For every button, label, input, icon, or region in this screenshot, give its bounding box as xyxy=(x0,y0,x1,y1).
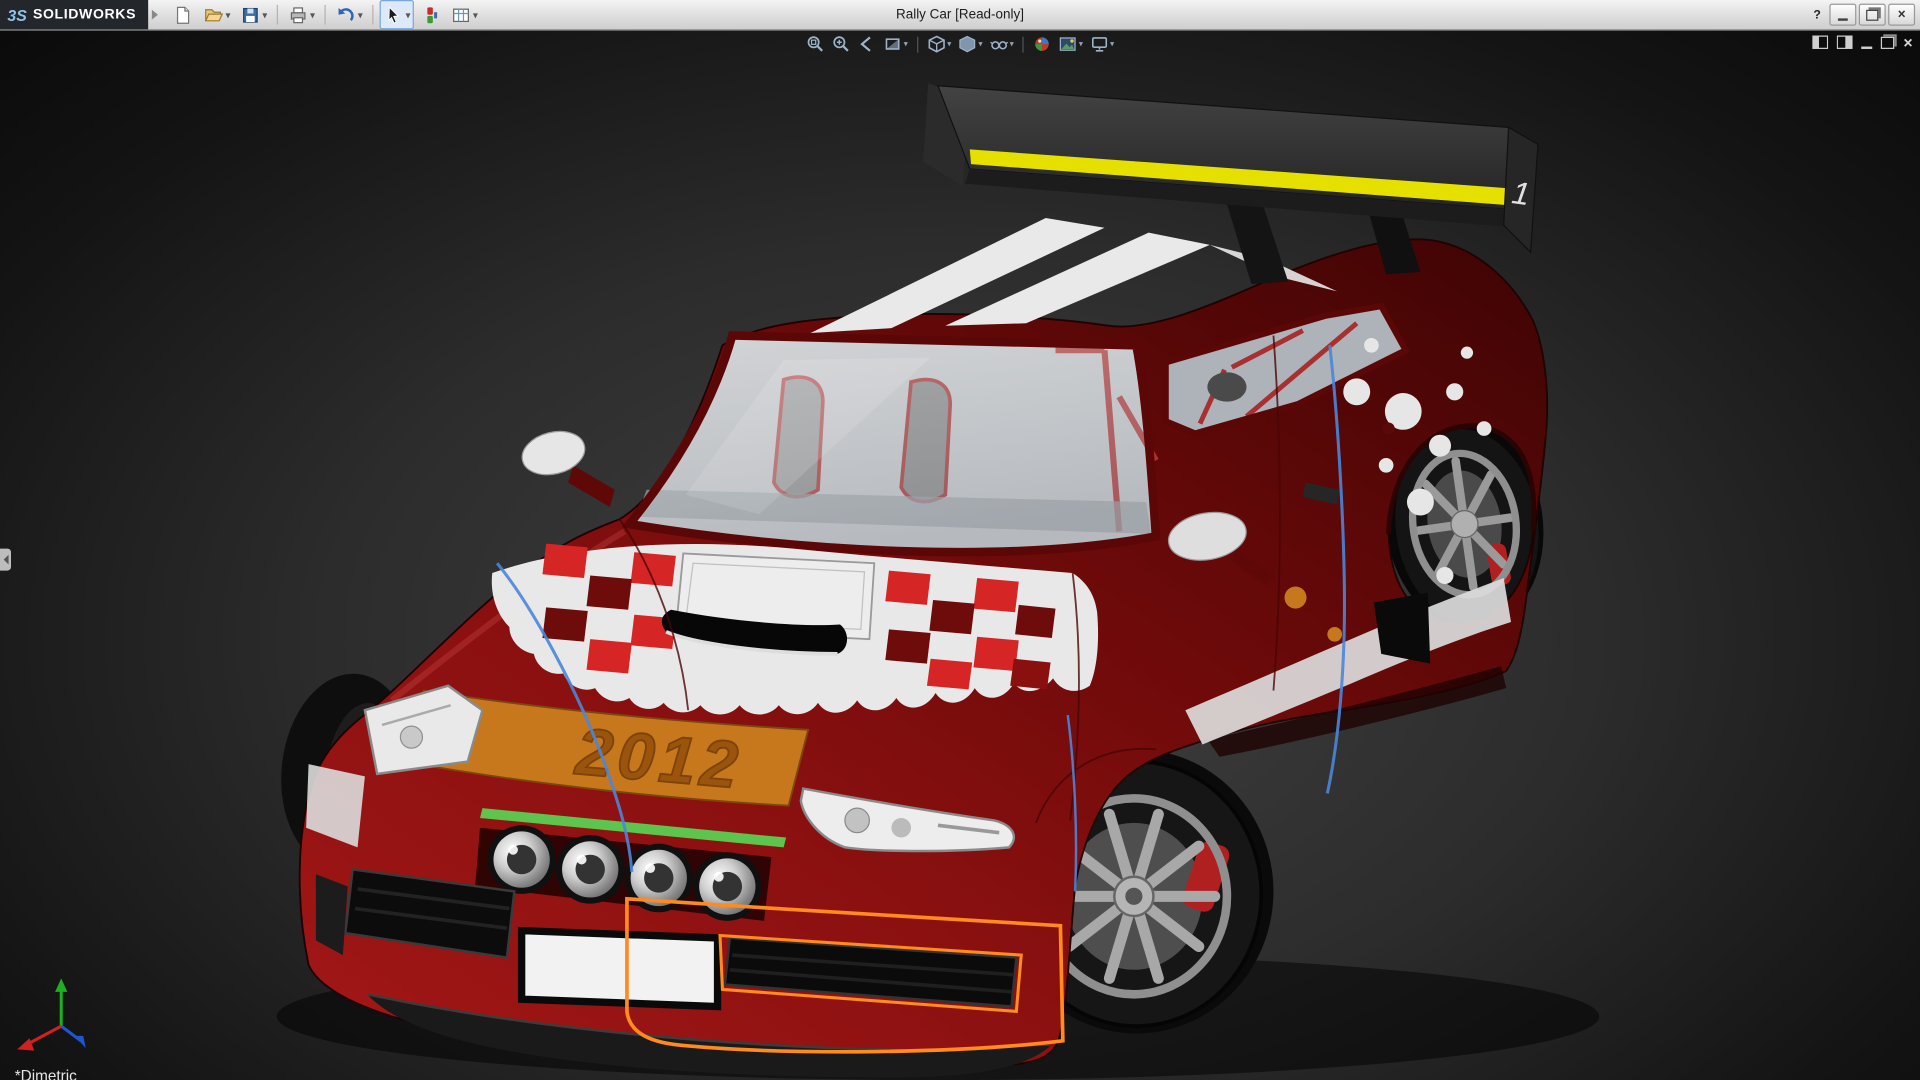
minimize-button[interactable] xyxy=(1829,4,1856,26)
chevron-down-icon[interactable]: ▾ xyxy=(473,9,478,20)
chevron-down-icon[interactable]: ▾ xyxy=(904,39,908,49)
section-view-button[interactable]: ▾ xyxy=(880,33,910,55)
graphics-viewport[interactable]: ▾ ▾ ▾ ▾ xyxy=(0,29,1920,1080)
options-button[interactable]: ▾ xyxy=(447,0,481,29)
rebuild-icon xyxy=(420,4,441,25)
edit-appearance-button[interactable] xyxy=(1030,33,1054,55)
close-icon: × xyxy=(1898,8,1906,21)
chevron-down-icon[interactable]: ▾ xyxy=(358,9,363,20)
toolbar-separator xyxy=(372,5,373,25)
rebuild-button[interactable] xyxy=(417,0,445,29)
doc-close-button[interactable]: × xyxy=(1903,34,1912,50)
split-left-button[interactable] xyxy=(1813,36,1829,49)
chevron-down-icon[interactable]: ▾ xyxy=(225,9,230,20)
chevron-down-icon[interactable]: ▾ xyxy=(310,9,315,20)
zoom-to-area-button[interactable] xyxy=(829,33,853,55)
print-button[interactable]: ▾ xyxy=(284,0,318,29)
options-icon xyxy=(451,4,472,25)
hood-year-decal: 2012 xyxy=(571,715,745,803)
zoom-to-area-icon xyxy=(831,34,851,54)
split-right-icon xyxy=(1837,36,1853,49)
view-orientation-button[interactable]: ▾ xyxy=(924,33,954,55)
menu-expand-icon[interactable] xyxy=(152,10,158,20)
section-view-icon xyxy=(883,34,903,54)
chevron-down-icon[interactable]: ▾ xyxy=(1110,39,1114,49)
undo-button[interactable]: ▾ xyxy=(332,0,366,29)
new-document-icon xyxy=(173,4,194,25)
3ds-logo-icon: 3S xyxy=(7,6,26,24)
view-settings-button[interactable]: ▾ xyxy=(1087,33,1117,55)
panel-flyout-tab[interactable] xyxy=(0,549,11,571)
view-settings-icon xyxy=(1089,34,1109,54)
reference-triad xyxy=(5,975,115,1073)
hud-separator xyxy=(1022,36,1023,52)
application-window: 3S SOLIDWORKS ▾ xyxy=(0,0,1920,1080)
restore-icon xyxy=(1881,36,1894,48)
minimize-icon xyxy=(1838,18,1848,20)
chevron-down-icon[interactable]: ▾ xyxy=(406,9,411,20)
chevron-left-icon xyxy=(3,555,8,565)
restore-button[interactable] xyxy=(1859,4,1886,26)
chevron-down-icon[interactable]: ▾ xyxy=(262,9,267,20)
chevron-down-icon[interactable]: ▾ xyxy=(978,39,982,49)
edit-appearance-icon xyxy=(1032,34,1052,54)
doc-minimize-button[interactable] xyxy=(1862,36,1873,48)
chevron-down-icon[interactable]: ▾ xyxy=(947,39,951,49)
new-document-button[interactable] xyxy=(169,0,197,29)
hood-scoop xyxy=(662,553,874,653)
print-icon xyxy=(288,4,309,25)
close-icon: × xyxy=(1903,34,1912,50)
heads-up-view-toolbar: ▾ ▾ ▾ ▾ xyxy=(803,33,1117,55)
window-controls: ? × xyxy=(1807,4,1920,26)
split-left-icon xyxy=(1813,36,1829,49)
main-toolbar: ▾ ▾ ▾ xyxy=(168,0,483,29)
canard xyxy=(316,874,348,955)
headrest xyxy=(1207,372,1246,401)
title-bar: 3S SOLIDWORKS ▾ xyxy=(0,0,1920,31)
restore-icon xyxy=(1866,9,1878,20)
close-button[interactable]: × xyxy=(1888,4,1915,26)
doc-restore-button[interactable] xyxy=(1881,36,1894,48)
toolbar-separator xyxy=(325,5,326,25)
license-plate xyxy=(522,931,718,1007)
apply-scene-icon xyxy=(1058,34,1078,54)
view-orientation-label: *Dimetric xyxy=(15,1068,77,1080)
display-style-button[interactable]: ▾ xyxy=(955,33,985,55)
previous-view-icon xyxy=(857,34,877,54)
zoom-to-fit-button[interactable] xyxy=(803,33,827,55)
hide-show-items-icon xyxy=(989,34,1009,54)
rally-car-model[interactable]: 2012 xyxy=(272,83,1599,1080)
zoom-to-fit-icon xyxy=(806,34,826,54)
document-window-controls: × xyxy=(1813,34,1913,50)
open-icon xyxy=(203,4,224,25)
mirror-left xyxy=(518,425,615,507)
save-icon xyxy=(240,4,261,25)
save-button[interactable]: ▾ xyxy=(237,0,271,29)
chevron-down-icon[interactable]: ▾ xyxy=(1079,39,1083,49)
hide-show-items-button[interactable]: ▾ xyxy=(986,33,1016,55)
split-right-button[interactable] xyxy=(1837,36,1853,49)
chevron-down-icon[interactable]: ▾ xyxy=(1010,39,1014,49)
view-orientation-icon xyxy=(926,34,946,54)
brake-duct xyxy=(1374,593,1430,664)
hud-separator xyxy=(916,36,917,52)
viewport-canvas[interactable]: 2012 xyxy=(0,29,1920,1080)
select-icon xyxy=(384,4,405,25)
toolbar-separator xyxy=(277,5,278,25)
display-style-icon xyxy=(958,34,978,54)
previous-view-button[interactable] xyxy=(855,33,879,55)
brand-name: SOLIDWORKS xyxy=(33,7,136,22)
wing-support xyxy=(1224,196,1288,284)
select-button[interactable]: ▾ xyxy=(380,0,414,29)
apply-scene-button[interactable]: ▾ xyxy=(1056,33,1086,55)
help-button[interactable]: ? xyxy=(1807,5,1827,25)
solidworks-logo: 3S SOLIDWORKS xyxy=(0,0,148,29)
minimize-icon xyxy=(1862,46,1873,48)
windshield[interactable] xyxy=(629,336,1156,553)
open-button[interactable]: ▾ xyxy=(200,0,234,29)
undo-icon xyxy=(336,4,357,25)
